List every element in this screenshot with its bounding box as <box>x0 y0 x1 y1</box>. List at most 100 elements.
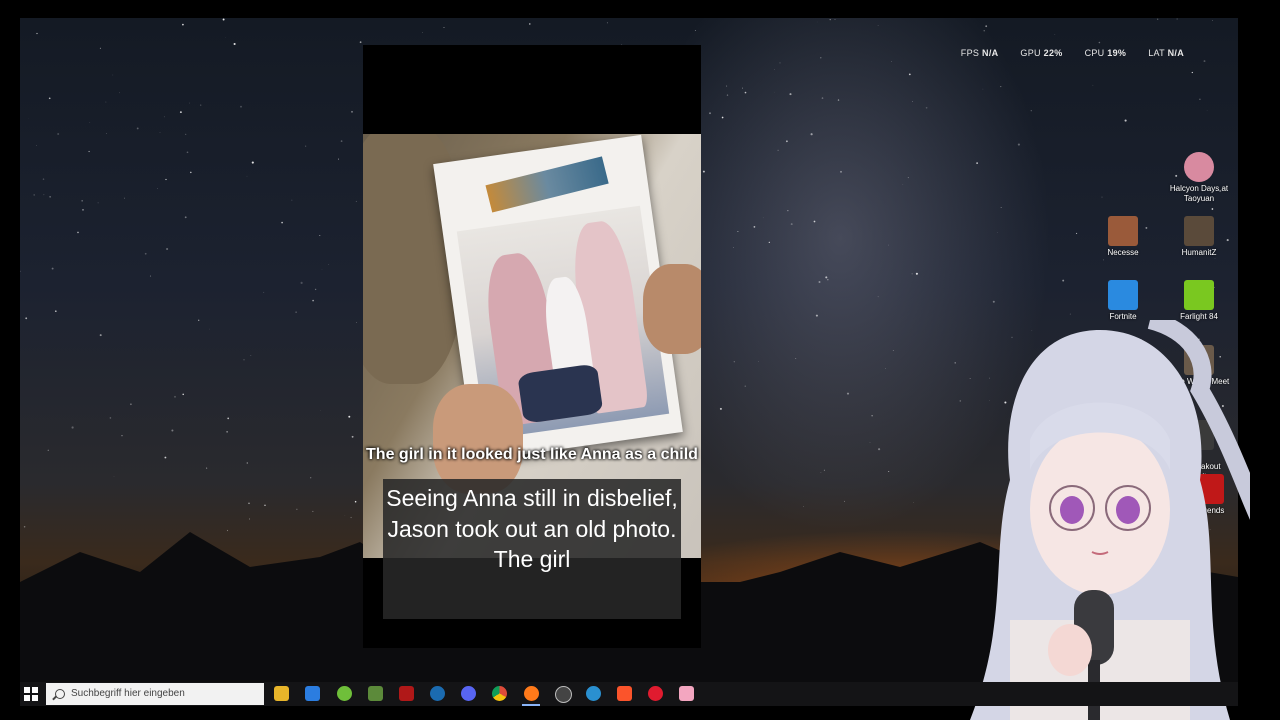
star <box>820 472 822 473</box>
star <box>789 93 792 96</box>
star <box>733 361 735 363</box>
star <box>136 127 139 130</box>
star <box>250 354 252 356</box>
vtuber-avatar <box>970 320 1250 720</box>
star <box>338 158 340 160</box>
app-blue-icon[interactable] <box>586 686 601 701</box>
star <box>319 235 321 236</box>
media-app-icon[interactable] <box>399 686 414 701</box>
store-icon[interactable] <box>305 686 320 701</box>
star <box>1212 20 1213 21</box>
star <box>709 112 711 115</box>
star <box>295 311 297 313</box>
star <box>351 110 353 113</box>
star <box>815 314 818 317</box>
star <box>356 322 357 323</box>
star <box>443 27 445 28</box>
star <box>877 25 879 26</box>
star <box>225 37 226 38</box>
star <box>43 194 45 196</box>
star <box>243 359 245 361</box>
star <box>112 74 114 76</box>
star <box>726 85 728 87</box>
star <box>827 278 829 281</box>
star <box>837 99 840 101</box>
fps-readout: FPS N/A <box>960 48 999 58</box>
star <box>786 140 788 143</box>
minecraft-icon[interactable] <box>368 686 383 701</box>
flower-icon <box>1184 152 1214 182</box>
star <box>1098 41 1101 44</box>
star <box>300 281 303 284</box>
taskbar-search-input[interactable]: Suchbegriff hier eingeben <box>46 683 264 705</box>
star <box>263 291 265 293</box>
star <box>1062 279 1065 282</box>
star <box>871 415 873 417</box>
pink-app-icon[interactable] <box>679 686 694 701</box>
star <box>328 264 330 265</box>
star <box>281 221 283 224</box>
star <box>733 247 734 248</box>
star <box>753 226 756 228</box>
star <box>200 104 202 106</box>
humanitz-icon <box>1184 216 1214 246</box>
star <box>829 18 831 21</box>
star <box>48 97 51 100</box>
star <box>823 469 825 471</box>
desktop-shortcut-fortnite[interactable]: Fortnite <box>1092 280 1154 322</box>
shortcut-label: Halcyon Days at Taoyuan <box>1169 184 1229 203</box>
star <box>907 177 909 179</box>
star <box>983 30 985 32</box>
star <box>1017 143 1020 146</box>
star <box>820 57 822 59</box>
star <box>227 417 230 420</box>
star <box>186 151 189 154</box>
star <box>49 196 51 198</box>
firefox-icon[interactable] <box>524 686 539 701</box>
star <box>818 281 821 283</box>
desktop-shortcut-halcyon[interactable]: Halcyon Days at Taoyuan <box>1168 152 1230 204</box>
obs-icon[interactable] <box>555 686 572 703</box>
cpu-readout: CPU 19% <box>1084 48 1127 58</box>
star <box>1206 110 1208 111</box>
steam-icon[interactable] <box>430 686 445 701</box>
star <box>821 97 824 99</box>
star <box>310 477 312 479</box>
gpu-readout: GPU 22% <box>1020 48 1063 58</box>
windows-start-icon[interactable] <box>24 687 38 701</box>
active-app-indicator <box>522 704 540 706</box>
star <box>908 73 911 76</box>
star <box>348 415 351 418</box>
star <box>144 252 147 255</box>
star <box>742 87 744 89</box>
desktop-shortcut-necesse[interactable]: Necesse <box>1092 216 1154 258</box>
star <box>36 32 38 35</box>
star <box>925 106 928 109</box>
star <box>71 426 74 429</box>
video-player[interactable]: The girl in it looked just like Anna as … <box>363 45 701 648</box>
star <box>82 209 84 211</box>
desktop-shortcut-farlight[interactable]: Farlight 84 <box>1168 280 1230 322</box>
brave-icon[interactable] <box>617 686 632 701</box>
star <box>869 442 871 443</box>
shortcut-label: HumanitZ <box>1181 248 1217 257</box>
file-explorer-icon[interactable] <box>274 686 289 701</box>
star <box>209 328 210 330</box>
discord-icon[interactable] <box>461 686 476 701</box>
video-caption: Seeing Anna still in disbelief, Jason to… <box>386 485 678 572</box>
star <box>99 334 102 337</box>
star <box>113 475 115 477</box>
star <box>726 94 729 96</box>
desktop-shortcut-humanitz[interactable]: HumanitZ <box>1168 216 1230 258</box>
star <box>159 132 161 133</box>
android-icon[interactable] <box>337 686 352 701</box>
star <box>844 500 845 502</box>
chrome-icon[interactable] <box>492 686 507 701</box>
star <box>606 22 608 24</box>
star <box>915 272 918 275</box>
opera-icon[interactable] <box>648 686 663 701</box>
necesse-icon <box>1108 216 1138 246</box>
star <box>719 407 722 410</box>
star <box>774 69 775 70</box>
star <box>130 403 132 406</box>
